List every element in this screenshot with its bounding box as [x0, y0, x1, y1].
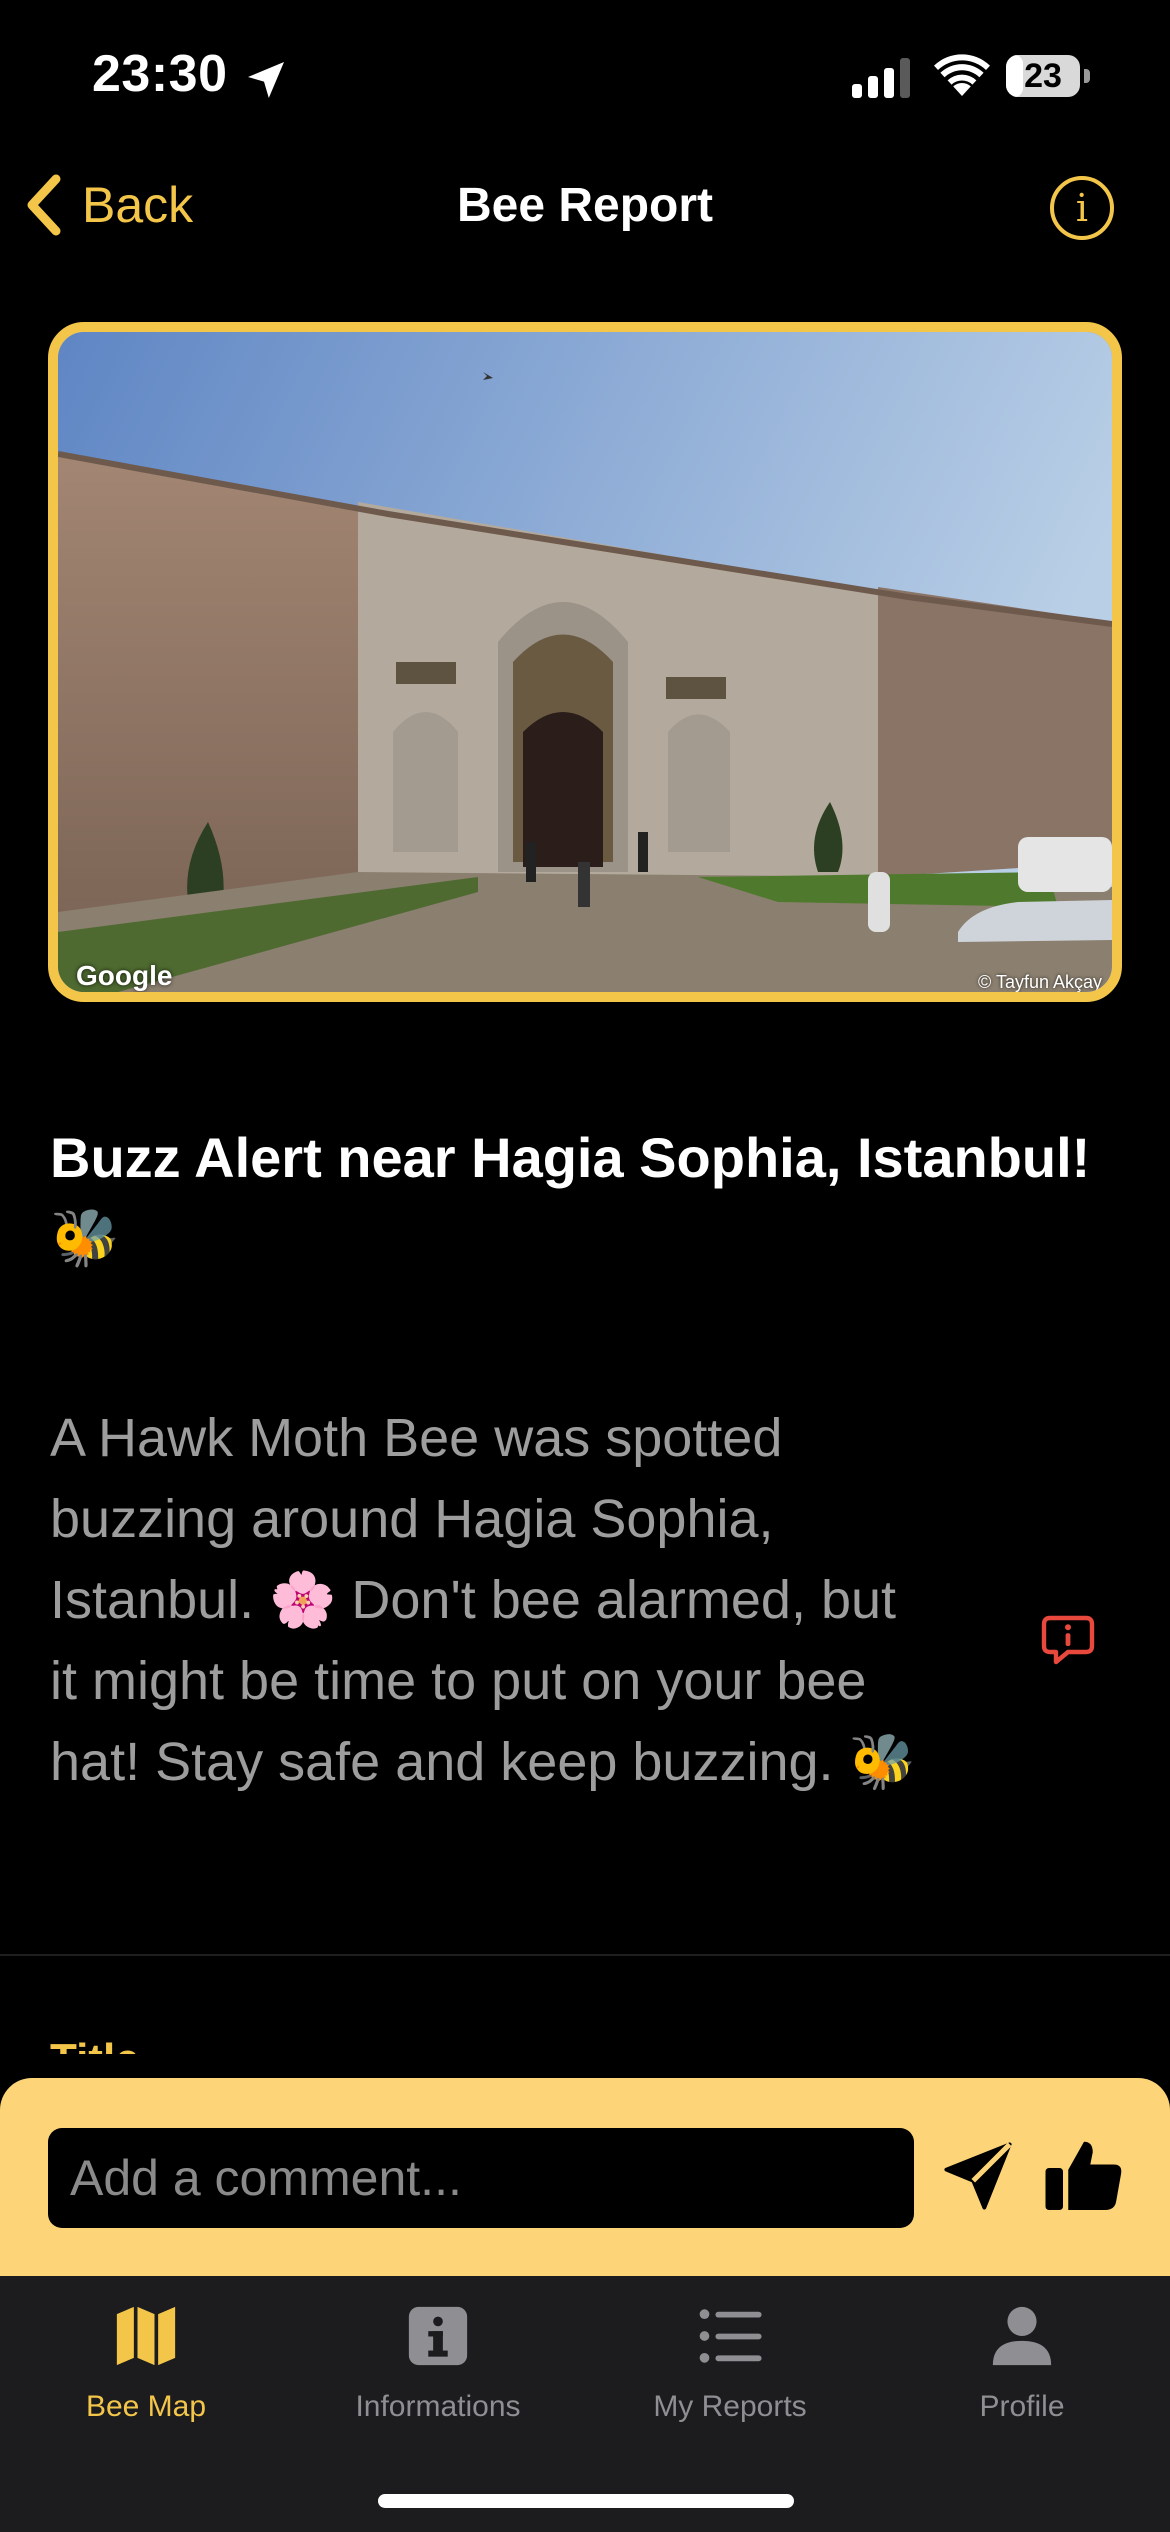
wifi-icon: [934, 54, 990, 96]
street-view-image: [58, 332, 1112, 992]
report-title: Buzz Alert near Hagia Sophia, Istanbul! …: [50, 1126, 1091, 1269]
tab-label: Informations: [355, 2390, 521, 2423]
tab-bee-map[interactable]: Bee Map: [0, 2276, 292, 2446]
info-icon[interactable]: i: [1050, 176, 1114, 240]
battery-cap: [1084, 69, 1090, 83]
list-icon: [699, 2309, 762, 2363]
map-icon: [116, 2306, 176, 2366]
next-field-label: Title: [50, 2034, 140, 2054]
thumbs-up-icon[interactable]: [1042, 2132, 1126, 2218]
tab-my-reports[interactable]: My Reports: [584, 2276, 876, 2446]
battery-icon: 23: [1006, 55, 1090, 97]
report-issue-icon[interactable]: [1040, 1612, 1096, 1668]
tab-label: Bee Map: [85, 2390, 207, 2423]
info-square-icon: [408, 2306, 468, 2366]
tab-informations[interactable]: Informations: [292, 2276, 584, 2446]
tab-label: My Reports: [653, 2390, 807, 2423]
battery-body: 23: [1006, 55, 1080, 97]
battery-percent: 23: [1024, 57, 1062, 95]
tab-profile[interactable]: Profile: [876, 2276, 1168, 2446]
home-indicator: [378, 2494, 794, 2508]
send-icon[interactable]: [940, 2138, 1016, 2214]
comment-input[interactable]: [48, 2128, 914, 2228]
page-title: Bee Report: [456, 179, 714, 232]
cellular-signal-icon: [852, 58, 910, 98]
person-icon: [992, 2306, 1052, 2366]
tab-label: Profile: [979, 2390, 1065, 2423]
comment-bar: [0, 2078, 1170, 2276]
report-description: A Hawk Moth Bee was spotted buzzing arou…: [50, 1408, 916, 1792]
google-watermark: Google: [76, 960, 173, 991]
status-time: 23:30: [92, 45, 228, 103]
location-arrow-icon: [248, 62, 284, 98]
status-bar: 23:30 23: [0, 0, 1170, 150]
section-divider: [0, 1954, 1170, 1956]
photo-credit: © Tayfun Akçay: [978, 972, 1102, 992]
report-photo[interactable]: Google © Tayfun Akçay: [48, 322, 1122, 1002]
